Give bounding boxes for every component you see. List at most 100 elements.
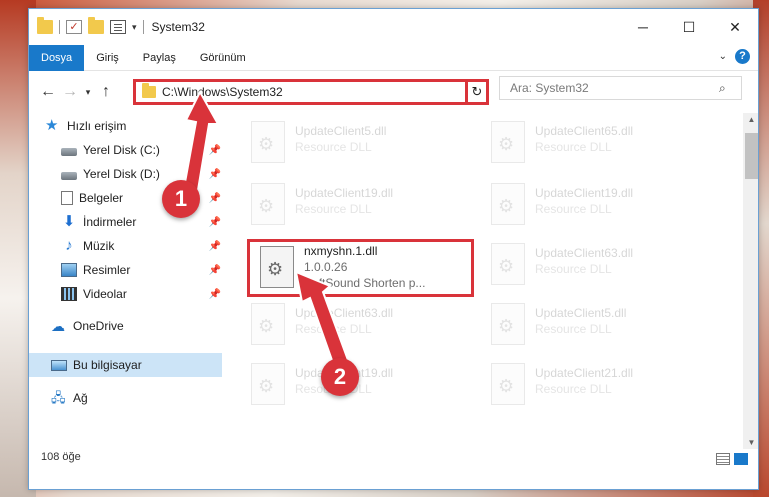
new-folder-icon[interactable] xyxy=(88,17,104,34)
help-icon[interactable]: ? xyxy=(735,49,750,64)
address-bar[interactable]: C:\Windows\System32 ▾ xyxy=(133,79,489,105)
customize-toolbar-caret-icon[interactable]: ▾ xyxy=(132,22,137,33)
list-item[interactable]: UpdateClient63.dll Resource DLL xyxy=(241,299,471,357)
file-type: Resource DLL xyxy=(535,262,612,276)
divider xyxy=(59,20,60,34)
sidebar-item-downloads[interactable]: ⬇ İndirmeler 📌 xyxy=(61,211,221,233)
content-area: ★ Hızlı erişim Yerel Disk (C:) 📌 Yerel D… xyxy=(29,113,758,449)
scrollbar-thumb[interactable] xyxy=(745,133,758,179)
sidebar-item-onedrive[interactable]: ☁ OneDrive xyxy=(51,315,211,337)
sidebar-item-drive-d[interactable]: Yerel Disk (D:) 📌 xyxy=(61,163,221,185)
sidebar-item-label: Yerel Disk (C:) xyxy=(83,143,160,157)
list-item[interactable]: UpdateClient21.dll Resource DLL xyxy=(481,359,711,417)
tab-share[interactable]: Paylaş xyxy=(131,45,188,71)
pin-icon[interactable]: 📌 xyxy=(209,241,221,252)
drive-icon xyxy=(61,148,77,156)
file-name: UpdateClient65.dll xyxy=(535,124,634,138)
file-type: Resource DLL xyxy=(535,140,612,154)
minimize-button[interactable]: ─ xyxy=(620,9,666,45)
sidebar-item-label: Videolar xyxy=(83,287,127,301)
quick-access-toolbar: ✓ ▾ xyxy=(29,17,144,34)
drive-icon xyxy=(61,172,77,180)
list-item[interactable]: UpdateClient5.dll Resource DLL xyxy=(241,117,471,175)
checkmark-icon[interactable]: ✓ xyxy=(66,20,82,34)
computer-icon xyxy=(51,359,67,371)
view-switcher xyxy=(716,453,748,465)
dll-file-icon xyxy=(491,243,525,285)
sidebar-item-label: Bu bilgisayar xyxy=(73,358,142,372)
star-icon: ★ xyxy=(45,117,59,134)
file-type: Resource DLL xyxy=(535,202,612,216)
refresh-icon[interactable]: ↻ xyxy=(465,79,489,105)
dll-file-icon xyxy=(491,121,525,163)
back-arrow-icon[interactable]: ← xyxy=(37,83,59,101)
scroll-down-icon[interactable]: ▼ xyxy=(743,438,758,447)
videos-icon xyxy=(61,287,77,301)
address-path[interactable]: C:\Windows\System32 xyxy=(162,85,466,99)
dll-file-icon xyxy=(491,303,525,345)
search-icon[interactable]: ⌕ xyxy=(719,81,741,96)
ribbon-tabs: Dosya Giriş Paylaş Görünüm ⌄ ? xyxy=(29,44,758,71)
pictures-icon xyxy=(61,263,77,277)
file-type: Resource DLL xyxy=(535,322,612,336)
recent-locations-caret-icon[interactable]: ▾ xyxy=(81,87,95,98)
dll-file-icon xyxy=(260,246,294,288)
highlighted-dll-file[interactable]: nxmyshn.1.dll 1.0.0.26 SoftSound Shorten… xyxy=(247,239,474,297)
maximize-button[interactable]: ☐ xyxy=(666,9,712,45)
sidebar-item-drive-c[interactable]: Yerel Disk (C:) 📌 xyxy=(61,139,221,161)
navigation-pane: ★ Hızlı erişim Yerel Disk (C:) 📌 Yerel D… xyxy=(29,113,222,449)
file-type: Resource DLL xyxy=(295,202,372,216)
sidebar-item-pictures[interactable]: Resimler 📌 xyxy=(61,259,221,281)
properties-icon[interactable] xyxy=(110,20,126,34)
cloud-icon: ☁ xyxy=(51,318,65,334)
pin-icon[interactable]: 📌 xyxy=(209,169,221,180)
sidebar-item-quick-access[interactable]: ★ Hızlı erişim xyxy=(45,115,215,137)
list-item[interactable]: UpdateClient19.dll Resource DLL xyxy=(241,179,471,237)
list-item[interactable]: UpdateClient5.dll Resource DLL xyxy=(481,299,711,357)
sidebar-item-network[interactable]: 🖧 Ağ xyxy=(51,387,211,409)
sidebar-item-label: Hızlı erişim xyxy=(67,119,127,133)
folder-icon xyxy=(142,83,156,98)
tab-view[interactable]: Görünüm xyxy=(188,45,258,71)
list-item[interactable]: UpdateClient19.dll Resource DLL xyxy=(481,179,711,237)
close-button[interactable]: ✕ xyxy=(712,9,758,45)
window-title: System32 xyxy=(151,20,205,34)
file-name: nxmyshn.1.dll xyxy=(304,244,378,258)
dll-file-icon xyxy=(251,363,285,405)
details-view-icon[interactable] xyxy=(716,453,730,465)
music-icon: ♪ xyxy=(65,237,73,254)
ribbon-right: ⌄ ? xyxy=(719,49,750,64)
vertical-scrollbar[interactable]: ▲ ▼ xyxy=(743,113,758,449)
file-list: UpdateClient5.dll Resource DLL UpdateClie… xyxy=(229,113,734,449)
dll-file-icon xyxy=(251,121,285,163)
pin-icon[interactable]: 📌 xyxy=(209,193,221,204)
file-version: 1.0.0.26 xyxy=(304,260,348,274)
tab-home[interactable]: Giriş xyxy=(84,45,131,71)
sidebar-item-videos[interactable]: Videolar 📌 xyxy=(61,283,221,305)
dll-file-icon xyxy=(491,363,525,405)
pin-icon[interactable]: 📌 xyxy=(209,145,221,156)
sidebar-item-this-pc[interactable]: Bu bilgisayar xyxy=(51,354,211,376)
search-input[interactable]: Ara: System32 ⌕ xyxy=(499,76,742,100)
scroll-up-icon[interactable]: ▲ xyxy=(743,115,758,124)
up-arrow-icon[interactable]: ↑ xyxy=(95,83,117,101)
tab-file[interactable]: Dosya xyxy=(29,44,85,71)
pin-icon[interactable]: 📌 xyxy=(209,289,221,300)
tiles-view-icon[interactable] xyxy=(734,453,748,465)
documents-icon xyxy=(61,191,73,205)
expand-ribbon-chevron-icon[interactable]: ⌄ xyxy=(719,51,727,62)
search-placeholder: Ara: System32 xyxy=(510,81,589,95)
forward-arrow-icon[interactable]: → xyxy=(59,83,81,101)
sidebar-item-label: Müzik xyxy=(83,239,115,253)
sidebar-item-music[interactable]: ♪ Müzik 📌 xyxy=(61,235,221,257)
pin-icon[interactable]: 📌 xyxy=(209,265,221,276)
status-item-count: 108 öğe xyxy=(41,451,81,463)
list-item[interactable]: UpdateClient65.dll Resource DLL xyxy=(481,117,711,175)
pin-icon[interactable]: 📌 xyxy=(209,217,221,228)
sidebar-item-label: Yerel Disk (D:) xyxy=(83,167,160,181)
sidebar-item-label: Ağ xyxy=(73,391,88,405)
file-name: UpdateClient19.dll xyxy=(535,186,634,200)
list-item[interactable]: UpdateClient63.dll Resource DLL xyxy=(481,239,711,297)
file-type: Resource DLL xyxy=(535,382,612,396)
file-name: UpdateClient5.dll xyxy=(535,306,627,320)
